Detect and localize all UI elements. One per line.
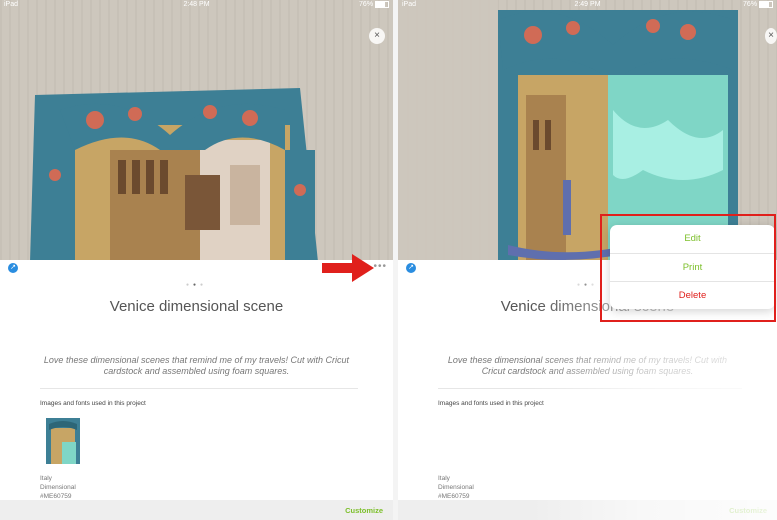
menu-highlight-box — [600, 214, 776, 322]
battery-icon — [375, 0, 389, 8]
divider — [40, 388, 358, 389]
image-name: Italy — [40, 475, 52, 482]
arrow-right-icon — [322, 254, 374, 282]
battery-icon — [759, 0, 773, 8]
battery-status: 76% — [359, 0, 389, 10]
clock: 2:48 PM — [183, 1, 210, 8]
venice-thumbnail-image — [46, 418, 80, 464]
share-icon[interactable]: ↗ — [8, 263, 18, 273]
battery-percent: 76% — [743, 1, 758, 8]
venice-card-image — [30, 88, 318, 262]
status-bar: iPad 2:49 PM 76% — [398, 0, 777, 10]
image-category: Dimensional — [40, 484, 76, 491]
project-photo: × — [0, 0, 393, 262]
clock: 2:49 PM — [574, 1, 601, 8]
footer-bar: Customize — [0, 500, 393, 520]
image-caption: Italy Dimensional #ME60759 — [40, 474, 76, 501]
page-indicator: ●●● — [185, 282, 208, 288]
close-button[interactable]: × — [369, 28, 385, 44]
project-description: Love these dimensional scenes that remin… — [43, 355, 350, 376]
status-bar: iPad 2:48 PM 76% — [0, 0, 393, 10]
customize-button[interactable]: Customize — [345, 506, 383, 515]
battery-percent: 76% — [359, 1, 374, 8]
section-label: Images and fonts used in this project — [40, 400, 146, 407]
image-thumbnail[interactable] — [46, 418, 80, 464]
more-options-button[interactable]: ••• — [373, 261, 387, 272]
battery-status: 76% — [743, 0, 773, 10]
close-button[interactable]: × — [765, 28, 777, 44]
project-title: Venice dimensional scene — [109, 298, 284, 315]
